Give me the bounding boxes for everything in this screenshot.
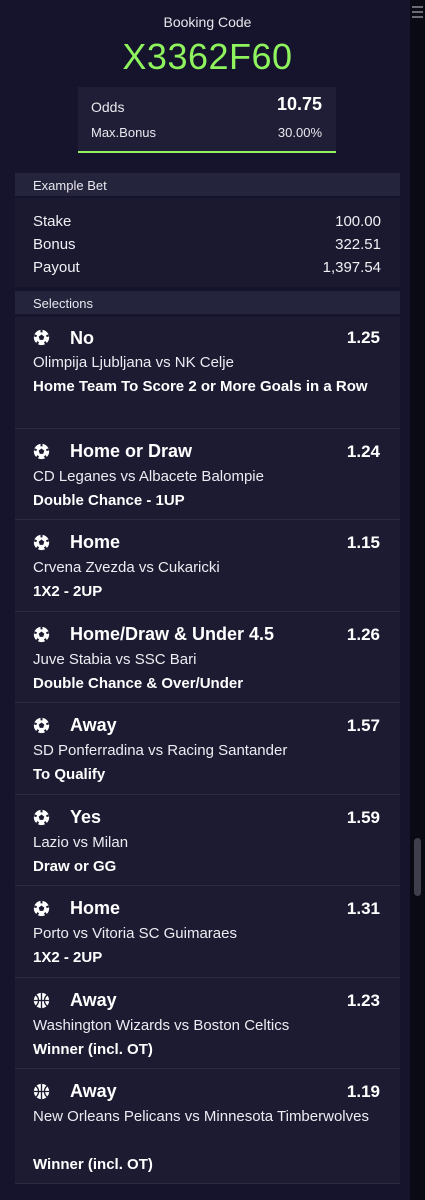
selection-market: Double Chance - 1UP — [33, 492, 185, 509]
selection-pick: Yes — [70, 807, 102, 827]
selection-card[interactable]: Home 1.15 Crvena Zvezda vs Cukaricki 1X2… — [15, 520, 400, 612]
basketball-icon — [33, 1083, 50, 1100]
basketball-icon — [33, 992, 50, 1009]
selection-match: Olimpija Ljubljana vs NK Celje — [33, 354, 234, 371]
selection-market: Winner (incl. OT) — [33, 1156, 153, 1173]
max-bonus-label: Max.Bonus — [91, 125, 157, 140]
selection-card[interactable]: No 1.25 Olimpija Ljubljana vs NK Celje H… — [15, 317, 400, 429]
selection-card[interactable]: Yes 1.59 Lazio vs Milan Draw or GG — [15, 795, 400, 886]
soccer-ball-icon — [33, 717, 50, 734]
selection-market: Draw or GG — [33, 858, 117, 875]
example-bet-header: Example Bet — [15, 173, 400, 196]
soccer-ball-icon — [33, 626, 50, 643]
selection-match: Washington Wizards vs Boston Celtics — [33, 1017, 290, 1034]
selection-match: Juve Stabia vs SSC Bari — [33, 651, 197, 668]
stake-value: 100.00 — [335, 213, 381, 230]
selection-market: Winner (incl. OT) — [33, 1041, 153, 1058]
selection-card[interactable]: Home 1.31 Porto vs Vitoria SC Guimaraes … — [15, 886, 400, 978]
soccer-ball-icon — [33, 534, 50, 551]
selection-match: SD Ponferradina vs Racing Santander — [33, 742, 288, 759]
selection-card[interactable]: Away 1.23 Washington Wizards vs Boston C… — [15, 978, 400, 1069]
odds-value: 10.75 — [276, 94, 322, 114]
payout-value: 1,397.54 — [322, 259, 381, 276]
selection-odds: 1.15 — [346, 533, 380, 552]
selection-match: CD Leganes vs Albacete Balompie — [33, 468, 264, 485]
selection-card[interactable]: Away 1.19 New Orleans Pelicans vs Minnes… — [15, 1069, 400, 1184]
selection-market: To Qualify — [33, 766, 106, 783]
selection-market: Home Team To Score 2 or More Goals in a … — [33, 378, 368, 395]
menu-grip-icon[interactable] — [412, 6, 423, 18]
selection-odds: 1.25 — [346, 328, 380, 347]
right-edge-bar — [410, 0, 425, 1200]
payout-row: Payout 1,397.54 — [33, 259, 381, 276]
selection-card[interactable]: Away 1.57 SD Ponferradina vs Racing Sant… — [15, 703, 400, 795]
selection-odds: 1.26 — [346, 625, 380, 644]
selection-pick: Away — [70, 715, 117, 735]
selection-card[interactable]: Home/Draw & Under 4.5 1.26 Juve Stabia v… — [15, 612, 400, 703]
bonus-value: 322.51 — [335, 236, 381, 253]
example-bet-body: Stake 100.00 Bonus 322.51 Payout 1,397.5… — [15, 198, 400, 287]
bonus-row: Bonus 322.51 — [33, 236, 381, 253]
selection-odds: 1.59 — [346, 808, 380, 827]
selection-match: Porto vs Vitoria SC Guimaraes — [33, 925, 237, 942]
bonus-label: Bonus — [33, 236, 76, 253]
selection-pick: Home — [70, 898, 121, 918]
booking-code-value[interactable]: X3362F60 — [15, 36, 400, 78]
scrollbar-thumb[interactable] — [414, 838, 421, 896]
soccer-ball-icon — [33, 329, 50, 346]
selection-market: Double Chance & Over/Under — [33, 675, 244, 692]
selection-pick: No — [70, 328, 94, 348]
selection-pick: Away — [70, 1081, 117, 1101]
stake-label: Stake — [33, 213, 72, 230]
odds-summary-box: Odds 10.75 Max.Bonus 30.00% — [78, 87, 336, 153]
selections-header: Selections — [15, 291, 400, 314]
selection-pick: Away — [70, 990, 117, 1010]
max-bonus-value: 30.00% — [277, 125, 322, 140]
stake-row: Stake 100.00 — [33, 213, 381, 230]
selection-odds: 1.31 — [346, 899, 380, 918]
selection-pick: Home or Draw — [70, 441, 193, 461]
selection-odds: 1.19 — [346, 1082, 380, 1101]
selection-card[interactable]: Home or Draw 1.24 CD Leganes vs Albacete… — [15, 429, 400, 520]
soccer-ball-icon — [33, 809, 50, 826]
payout-label: Payout — [33, 259, 80, 276]
soccer-ball-icon — [33, 900, 50, 917]
selection-market: 1X2 - 2UP — [33, 583, 103, 600]
selection-pick: Home/Draw & Under 4.5 — [70, 624, 275, 644]
booking-code-label: Booking Code — [163, 14, 252, 30]
selection-odds: 1.23 — [346, 991, 380, 1010]
selection-odds: 1.57 — [346, 716, 380, 735]
selection-odds: 1.24 — [346, 442, 380, 461]
selection-match: New Orleans Pelicans vs Minnesota Timber… — [33, 1108, 369, 1125]
selection-market: 1X2 - 2UP — [33, 949, 103, 966]
selection-match: Lazio vs Milan — [33, 834, 129, 851]
selection-match: Crvena Zvezda vs Cukaricki — [33, 559, 220, 576]
odds-label: Odds — [91, 99, 125, 115]
selection-pick: Home — [70, 532, 121, 552]
soccer-ball-icon — [33, 443, 50, 460]
